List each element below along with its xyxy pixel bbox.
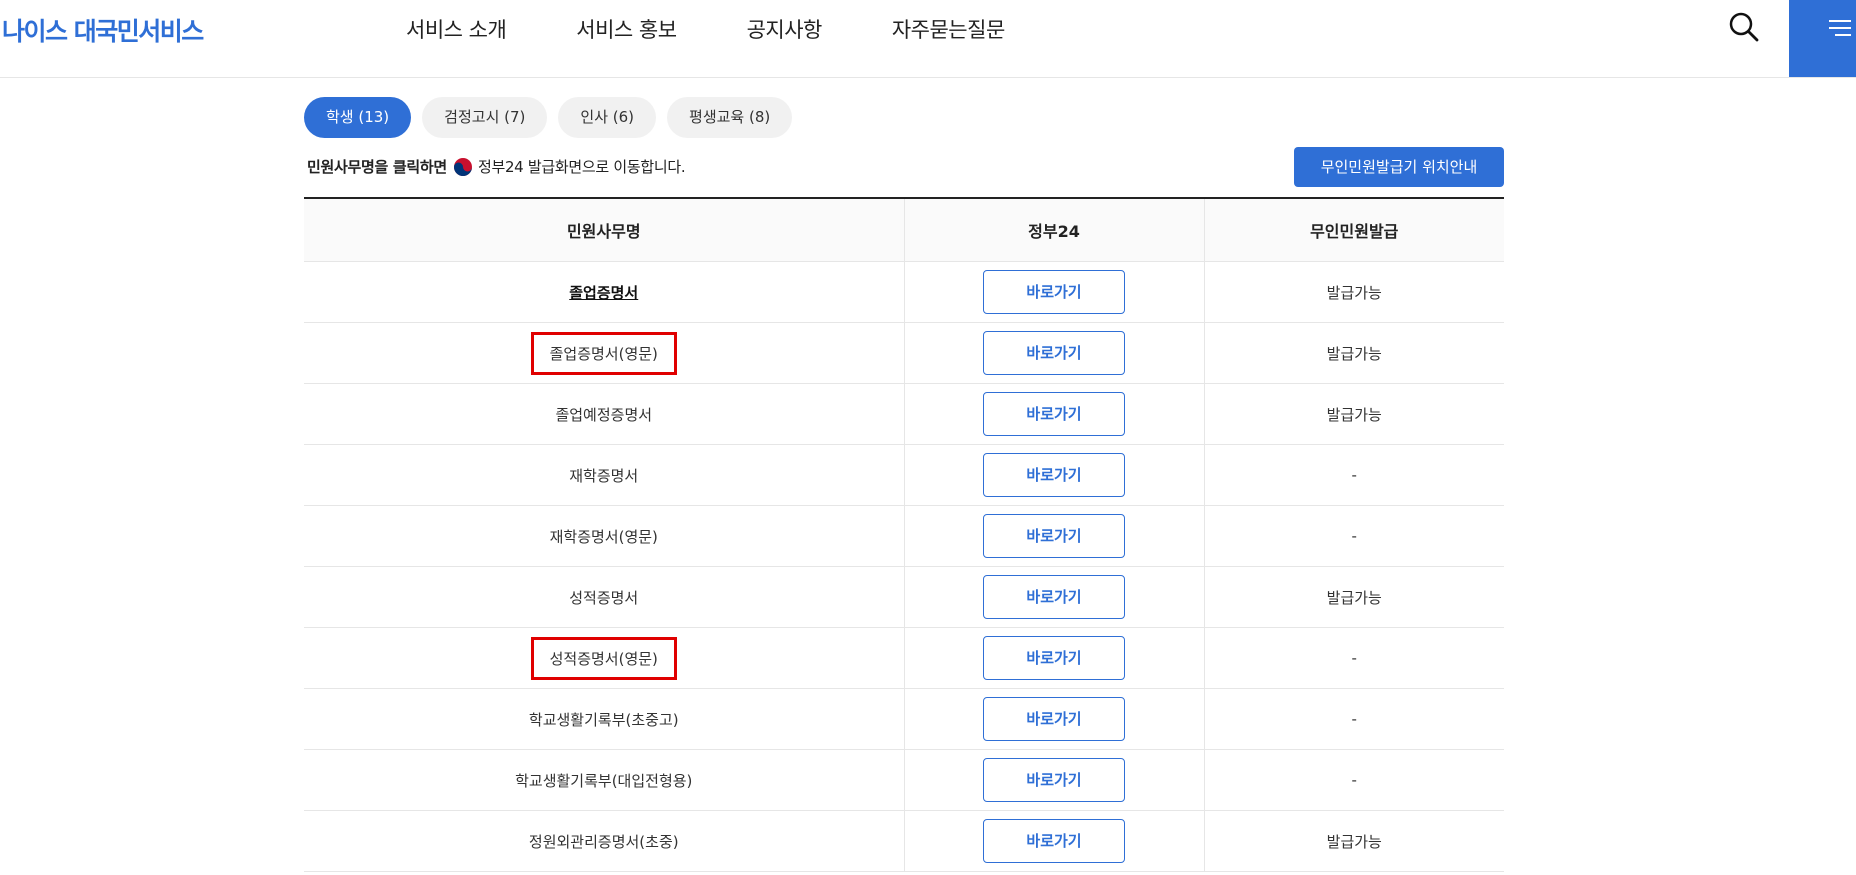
document-name-link[interactable]: 정원외관리증명서(초중) [513,823,695,860]
kiosk-status: - [1203,444,1504,506]
table-row: 재학증명서(영문) 바로가기 - [304,505,1504,567]
notice-prefix: 민원사무명을 클릭하면 [307,158,447,176]
table-row: 학교생활기록부(대입전형용) 바로가기 - [304,749,1504,811]
document-name-link[interactable]: 학교생활기록부(초중고) [513,701,695,738]
kiosk-status: - [1203,505,1504,567]
kiosk-status: 발급가능 [1203,322,1504,384]
kiosk-status: 발급가능 [1203,566,1504,628]
table-row: 졸업증명서(영문) 바로가기 발급가능 [304,322,1504,384]
go-button[interactable]: 바로가기 [983,270,1125,314]
go-button[interactable]: 바로가기 [983,636,1125,680]
table-row: 학교생활기록부(초중고) 바로가기 - [304,688,1504,750]
nav-service-promo[interactable]: 서비스 홍보 [576,14,677,44]
tab-lifelong-education[interactable]: 평생교육 (8) [667,97,793,138]
search-icon[interactable] [1727,10,1761,44]
go-button[interactable]: 바로가기 [983,819,1125,863]
kiosk-status: 발급가능 [1203,261,1504,323]
go-button[interactable]: 바로가기 [983,697,1125,741]
nav-faq[interactable]: 자주묻는질문 [892,14,1005,44]
go-button[interactable]: 바로가기 [983,514,1125,558]
table-row: 정원외관리증명서(초중) 바로가기 발급가능 [304,810,1504,872]
notice-suffix: 정부24 발급화면으로 이동합니다. [477,158,686,176]
tab-personnel[interactable]: 인사 (6) [558,97,657,138]
site-header: 나이스 대국민서비스 서비스 소개 서비스 홍보 공지사항 자주묻는질문 [0,0,1856,78]
nav-notices[interactable]: 공지사항 [747,14,823,44]
document-name-link[interactable]: 학교생활기록부(대입전형용) [499,762,708,799]
table-row: 졸업증명서 바로가기 발급가능 [304,261,1504,323]
col-header-gov24: 정부24 [903,198,1204,262]
document-table: 민원사무명 정부24 무인민원발급 졸업증명서 바로가기 발급가능 졸업증명서(… [304,197,1504,872]
document-name-link[interactable]: 재학증명서 [553,457,654,494]
gov-emblem-icon [453,157,473,177]
nav-service-intro[interactable]: 서비스 소개 [406,14,507,44]
go-button[interactable]: 바로가기 [983,331,1125,375]
table-row: 성적증명서 바로가기 발급가능 [304,566,1504,628]
kiosk-status: - [1203,627,1504,689]
document-name-link[interactable]: 재학증명서(영문) [534,518,674,555]
kiosk-status: - [1203,688,1504,750]
notice-text: 민원사무명을 클릭하면 정부24 발급화면으로 이동합니다. [307,156,686,177]
tab-student[interactable]: 학생 (13) [304,97,412,138]
table-row: 재학증명서 바로가기 - [304,444,1504,506]
document-name-link[interactable]: 성적증명서(영문) [530,636,677,680]
col-header-document-name: 민원사무명 [304,198,904,262]
tab-ged[interactable]: 검정고시 (7) [422,97,548,138]
col-header-kiosk: 무인민원발급 [1203,198,1504,262]
go-button[interactable]: 바로가기 [983,575,1125,619]
category-tabs: 학생 (13) 검정고시 (7) 인사 (6) 평생교육 (8) [304,97,803,138]
kiosk-status: - [1203,749,1504,811]
document-name-link[interactable]: 성적증명서 [553,579,654,616]
kiosk-location-button[interactable]: 무인민원발급기 위치안내 [1294,147,1504,187]
site-logo[interactable]: 나이스 대국민서비스 [2,12,204,48]
menu-icon[interactable] [1789,0,1856,77]
main-nav: 서비스 소개 서비스 홍보 공지사항 자주묻는질문 [406,14,1075,44]
go-button[interactable]: 바로가기 [983,392,1125,436]
document-name-link[interactable]: 졸업증명서(영문) [530,331,677,375]
document-name-link[interactable]: 졸업증명서 [553,274,654,311]
table-row: 졸업예정증명서 바로가기 발급가능 [304,383,1504,445]
kiosk-status: 발급가능 [1203,383,1504,445]
go-button[interactable]: 바로가기 [983,453,1125,497]
table-row: 성적증명서(영문) 바로가기 - [304,627,1504,689]
kiosk-status: 발급가능 [1203,810,1504,872]
go-button[interactable]: 바로가기 [983,758,1125,802]
table-header-row: 민원사무명 정부24 무인민원발급 [304,198,1504,262]
document-name-link[interactable]: 졸업예정증명서 [539,396,668,433]
